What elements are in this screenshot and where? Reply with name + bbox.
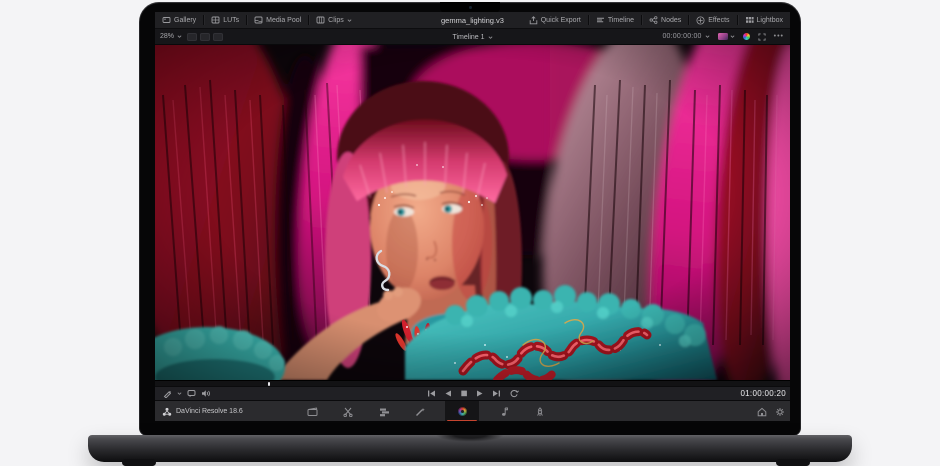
tab-label: Timeline [608,17,634,24]
tab-label: Clips [328,17,344,24]
gallery-icon [162,16,171,24]
clips-icon [316,16,325,24]
tab-label: Gallery [174,17,196,24]
davinci-resolve-logo-icon [162,407,172,417]
marketing-scene: Gallery LUTs Media Pool Clips Quick Exp [0,0,940,465]
tab-gallery[interactable]: Gallery [155,12,203,28]
camera-icon [469,6,472,9]
chevron-down-icon [488,35,493,40]
quick-export-button[interactable]: Quick Export [522,12,588,28]
record-timecode[interactable]: 01:00:00:20 [740,389,786,398]
tab-label: Quick Export [541,17,581,24]
skip-start-button[interactable] [427,389,436,398]
transport-controls [155,389,790,398]
page-buttons [301,401,551,421]
page-color-button[interactable] [445,401,479,421]
page-deliver-button[interactable] [529,401,551,421]
nodes-icon [649,16,658,24]
effects-icon [696,16,705,25]
lightbox-icon [745,16,754,24]
media-page-icon [307,407,318,417]
tab-label: Effects [708,17,729,24]
settings-gear-button[interactable] [775,407,785,417]
page-fairlight-button[interactable] [493,401,515,421]
lightbox-button[interactable]: Lightbox [738,12,790,28]
timeline-icon [596,16,605,24]
effects-button[interactable]: Effects [689,12,736,28]
deliver-page-icon [535,407,545,417]
nodes-button[interactable]: Nodes [642,12,688,28]
play-reverse-button[interactable] [444,389,452,398]
edit-page-icon [379,407,390,417]
cut-page-icon [343,407,354,417]
loop-button[interactable] [509,389,519,398]
tab-label: Nodes [661,17,681,24]
timeline-view-button[interactable]: Timeline [589,12,641,28]
lid-scoop [425,435,515,444]
playback-toolbar: 01:00:00:20 [155,386,790,400]
app-version-label: DaVinci Resolve 18.6 [176,408,243,415]
page-fusion-button[interactable] [409,401,431,421]
tab-media-pool[interactable]: Media Pool [247,12,308,28]
timeline-selector[interactable]: Timeline 1 [155,29,790,45]
viewer-photo [155,45,790,380]
chevron-down-icon [347,18,352,23]
app-brand: DaVinci Resolve 18.6 [162,401,243,421]
export-icon [529,16,538,25]
play-button[interactable] [476,389,484,398]
project-manager-home-button[interactable] [757,407,767,417]
page-media-button[interactable] [301,401,323,421]
tab-label: LUTs [223,17,239,24]
tab-clips[interactable]: Clips [309,12,359,28]
viewer-options-bar: 28% 00:00:00:00 ••• Timeli [155,29,790,45]
macbook-base [88,435,852,462]
tab-luts[interactable]: LUTs [204,12,246,28]
tab-label: Lightbox [757,17,783,24]
tab-label: Media Pool [266,17,301,24]
fairlight-page-icon [499,407,509,417]
viewer-canvas[interactable] [155,45,790,380]
top-toolbar: Gallery LUTs Media Pool Clips Quick Exp [155,12,790,29]
page-navigation-bar: DaVinci Resolve 18.6 [155,400,790,421]
luts-icon [211,16,220,24]
fusion-page-icon [415,407,426,417]
stop-button[interactable] [460,389,468,398]
media-pool-icon [254,16,263,24]
page-cut-button[interactable] [337,401,359,421]
skip-end-button[interactable] [492,389,501,398]
davinci-resolve-window: Gallery LUTs Media Pool Clips Quick Exp [155,12,790,421]
color-page-icon [458,407,467,416]
timeline-name: Timeline 1 [452,34,484,41]
page-edit-button[interactable] [373,401,395,421]
